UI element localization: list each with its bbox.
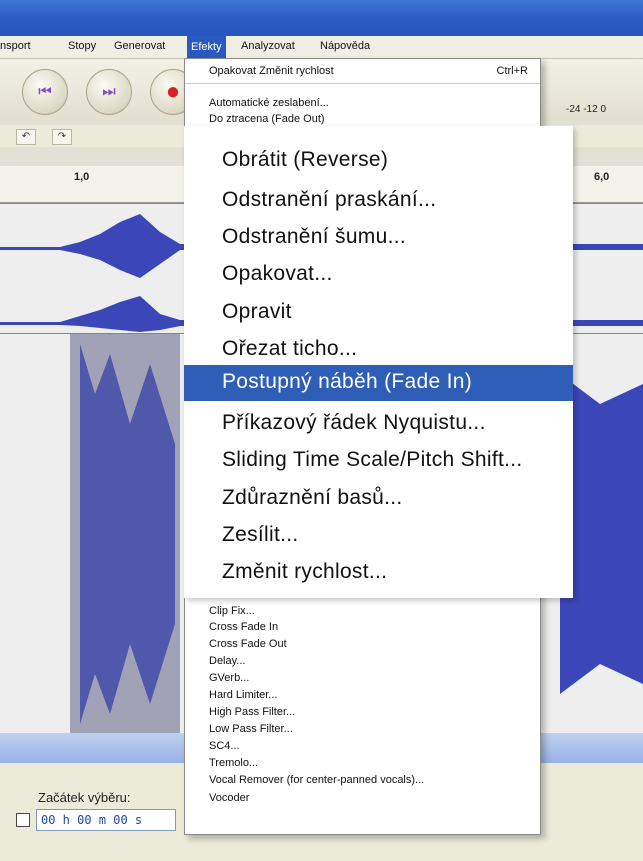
menu-item-truncate-silence[interactable]: Ořezat ticho... [222,337,357,361]
redo-icon[interactable]: ↷ [52,129,72,145]
ruler-label: 1,0 [74,171,90,183]
menu-generate[interactable]: Generovat [114,40,165,52]
skip-to-end-button[interactable]: ⏭ [86,69,132,115]
window-title-bar [0,0,643,36]
menu-item-low-pass[interactable]: Low Pass Filter... [209,723,293,735]
menu-item-nyquist-prompt[interactable]: Příkazový řádek Nyquistu... [222,411,486,435]
menu-item-fade-out[interactable]: Do ztracena (Fade Out) [209,113,325,125]
menu-item-vocoder[interactable]: Vocoder [209,792,249,804]
menu-item-bass-boost[interactable]: Zdůraznění basů... [222,486,403,510]
menu-item-reverse[interactable]: Obrátit (Reverse) [222,148,388,172]
menu-item-sc4[interactable]: SC4... [209,740,240,752]
meter-scale: -24 -12 0 [566,104,607,115]
menu-item-tremolo[interactable]: Tremolo... [209,757,258,769]
shortcut-label: Ctrl+R [496,65,528,77]
skip-to-start-button[interactable]: ⏮ [22,69,68,115]
record-icon: ● [165,78,181,105]
skip-start-icon: ⏮ [38,83,52,100]
menu-item-cross-fade-out[interactable]: Cross Fade Out [209,638,287,650]
menu-transport[interactable]: nsport [0,40,31,52]
menu-item-auto-duck[interactable]: Automatické zeslabení... [209,97,329,109]
menu-item-change-speed[interactable]: Změnit rychlost... [222,560,387,584]
menu-item-repeat-last[interactable]: Opakovat Změnit rychlost [209,65,334,77]
menu-item-sliding-time-scale[interactable]: Sliding Time Scale/Pitch Shift... [222,448,523,472]
menu-tracks[interactable]: Stopy [68,40,96,52]
menu-help[interactable]: Nápověda [320,40,370,52]
menu-bar: nsport Stopy Generovat Efekty Analyzovat… [0,36,643,59]
menu-item-high-pass[interactable]: High Pass Filter... [209,706,295,718]
menu-separator [185,83,540,84]
selection-region[interactable] [70,333,180,733]
menu-item-gverb[interactable]: GVerb... [209,672,249,684]
menu-item-hard-limiter[interactable]: Hard Limiter... [209,689,277,701]
undo-icon[interactable]: ↶ [16,129,36,145]
menu-effects[interactable]: Efekty [187,36,226,58]
effects-dropdown-magnified: Obrátit (Reverse) Odstranění praskání...… [184,126,573,598]
selection-start-label: Začátek výběru: [38,790,131,805]
ruler-label: 6,0 [594,171,610,183]
menu-item-vocal-remover[interactable]: Vocal Remover (for center-panned vocals)… [209,774,424,786]
menu-item-noise-removal[interactable]: Odstranění šumu... [222,225,406,249]
menu-item-clip-fix[interactable]: Clip Fix... [209,605,255,617]
selection-start-field[interactable]: 00 h 00 m 00 s [36,809,176,831]
menu-item-click-removal[interactable]: Odstranění praskání... [222,188,436,212]
menu-analyze[interactable]: Analyzovat [241,40,295,52]
menu-item-amplify[interactable]: Zesílit... [222,523,299,547]
menu-item-delay[interactable]: Delay... [209,655,245,667]
menu-item-fade-in[interactable]: Postupný náběh (Fade In) [222,370,472,394]
skip-end-icon: ⏭ [102,83,116,100]
menu-item-repair[interactable]: Opravit [222,300,292,324]
snap-checkbox[interactable] [16,813,30,827]
menu-item-cross-fade-in[interactable]: Cross Fade In [209,621,278,633]
menu-item-repeat[interactable]: Opakovat... [222,262,333,286]
